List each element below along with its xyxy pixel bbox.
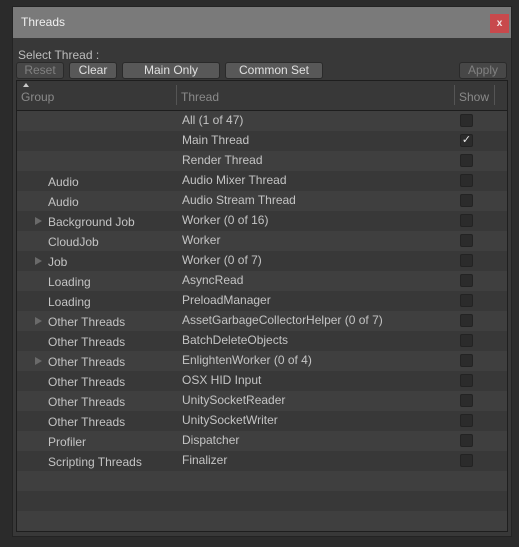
reset-button[interactable]: Reset bbox=[16, 62, 64, 79]
thread-cell: UnitySocketReader bbox=[182, 393, 286, 407]
show-checkbox[interactable] bbox=[460, 374, 473, 387]
group-cell: Other Threads bbox=[48, 395, 126, 409]
empty-row bbox=[17, 511, 507, 531]
table-row[interactable]: Scripting Threads Finalizer bbox=[17, 451, 507, 471]
thread-cell: Render Thread bbox=[182, 153, 263, 167]
title-bar[interactable]: Threads x bbox=[13, 7, 511, 38]
thread-cell: Worker bbox=[182, 233, 221, 247]
expand-arrow-icon[interactable] bbox=[35, 257, 42, 265]
group-cell: Audio bbox=[48, 175, 79, 189]
apply-button[interactable]: Apply bbox=[459, 62, 507, 79]
table-row[interactable]: Main Thread ✓ bbox=[17, 131, 507, 151]
thread-cell: Main Thread bbox=[182, 133, 250, 147]
main-only-button[interactable]: Main Only bbox=[122, 62, 220, 79]
table-row[interactable]: All (1 of 47) bbox=[17, 111, 507, 131]
thread-cell: Worker (0 of 7) bbox=[182, 253, 262, 267]
column-resize-handle[interactable] bbox=[494, 85, 495, 105]
table-body: All (1 of 47) Main Thread ✓ Render Thread Au… bbox=[17, 111, 507, 531]
show-checkbox[interactable]: ✓ bbox=[460, 134, 473, 147]
show-checkbox[interactable] bbox=[460, 394, 473, 407]
show-checkbox[interactable] bbox=[460, 194, 473, 207]
table-row[interactable]: Audio Audio Stream Thread bbox=[17, 191, 507, 211]
checkmark-icon: ✓ bbox=[461, 134, 472, 146]
thread-cell: Audio Stream Thread bbox=[182, 193, 296, 207]
group-cell: Profiler bbox=[48, 435, 87, 449]
thread-cell: All (1 of 47) bbox=[182, 113, 244, 127]
show-checkbox[interactable] bbox=[460, 414, 473, 427]
thread-cell: PreloadManager bbox=[182, 293, 271, 307]
group-cell: Other Threads bbox=[48, 355, 126, 369]
show-checkbox[interactable] bbox=[460, 114, 473, 127]
thread-cell: AsyncRead bbox=[182, 273, 244, 287]
thread-cell: EnlightenWorker (0 of 4) bbox=[182, 353, 312, 367]
empty-row bbox=[17, 491, 507, 511]
group-cell: Background Job bbox=[48, 215, 135, 229]
group-cell: Audio bbox=[48, 195, 79, 209]
show-checkbox[interactable] bbox=[460, 254, 473, 267]
table-row[interactable]: Background Job Worker (0 of 16) bbox=[17, 211, 507, 231]
column-resize-handle[interactable] bbox=[454, 85, 455, 105]
show-checkbox[interactable] bbox=[460, 334, 473, 347]
table-row[interactable]: Other Threads BatchDeleteObjects bbox=[17, 331, 507, 351]
show-checkbox[interactable] bbox=[460, 274, 473, 287]
column-header-show[interactable]: Show bbox=[459, 90, 489, 104]
table-row[interactable]: Other Threads UnitySocketReader bbox=[17, 391, 507, 411]
group-cell: CloudJob bbox=[48, 235, 99, 249]
table-row[interactable]: Job Worker (0 of 7) bbox=[17, 251, 507, 271]
show-checkbox[interactable] bbox=[460, 354, 473, 367]
table-row[interactable]: Other Threads OSX HID Input bbox=[17, 371, 507, 391]
thread-cell: Dispatcher bbox=[182, 433, 240, 447]
expand-arrow-icon[interactable] bbox=[35, 317, 42, 325]
expand-arrow-icon[interactable] bbox=[35, 357, 42, 365]
show-checkbox[interactable] bbox=[460, 154, 473, 167]
thread-cell: AssetGarbageCollectorHelper (0 of 7) bbox=[182, 313, 383, 327]
thread-cell: UnitySocketWriter bbox=[182, 413, 278, 427]
table-row[interactable]: CloudJob Worker bbox=[17, 231, 507, 251]
show-checkbox[interactable] bbox=[460, 454, 473, 467]
show-checkbox[interactable] bbox=[460, 294, 473, 307]
show-checkbox[interactable] bbox=[460, 434, 473, 447]
column-header-group[interactable]: Group bbox=[21, 90, 54, 104]
clear-button[interactable]: Clear bbox=[69, 62, 117, 79]
table-row[interactable]: Audio Audio Mixer Thread bbox=[17, 171, 507, 191]
threads-window: Threads x Select Thread : Reset Clear Ma… bbox=[12, 6, 512, 537]
show-checkbox[interactable] bbox=[460, 314, 473, 327]
table-row[interactable]: Loading PreloadManager bbox=[17, 291, 507, 311]
group-cell: Job bbox=[48, 255, 68, 269]
sort-ascending-icon bbox=[23, 83, 29, 87]
group-cell: Other Threads bbox=[48, 335, 126, 349]
group-cell: Loading bbox=[48, 275, 91, 289]
thread-cell: Worker (0 of 16) bbox=[182, 213, 269, 227]
close-icon: x bbox=[496, 18, 503, 29]
expand-arrow-icon[interactable] bbox=[35, 217, 42, 225]
table-row[interactable]: Other Threads UnitySocketWriter bbox=[17, 411, 507, 431]
select-thread-label: Select Thread : bbox=[18, 48, 100, 62]
empty-row bbox=[17, 471, 507, 491]
thread-cell: Audio Mixer Thread bbox=[182, 173, 287, 187]
column-resize-handle[interactable] bbox=[176, 85, 177, 105]
group-cell: Other Threads bbox=[48, 415, 126, 429]
thread-cell: BatchDeleteObjects bbox=[182, 333, 289, 347]
threads-table: Group Thread Show All (1 of 47) Main Thre… bbox=[16, 80, 508, 532]
table-row[interactable]: Loading AsyncRead bbox=[17, 271, 507, 291]
table-row[interactable]: Other Threads AssetGarbageCollectorHelper… bbox=[17, 311, 507, 331]
group-cell: Scripting Threads bbox=[48, 455, 142, 469]
close-button[interactable]: x bbox=[490, 14, 509, 33]
group-cell: Other Threads bbox=[48, 315, 126, 329]
table-row[interactable]: Profiler Dispatcher bbox=[17, 431, 507, 451]
group-cell: Other Threads bbox=[48, 375, 126, 389]
show-checkbox[interactable] bbox=[460, 234, 473, 247]
thread-cell: OSX HID Input bbox=[182, 373, 262, 387]
table-row[interactable]: Render Thread bbox=[17, 151, 507, 171]
show-checkbox[interactable] bbox=[460, 214, 473, 227]
table-header: Group Thread Show bbox=[17, 81, 507, 111]
group-cell: Loading bbox=[48, 295, 91, 309]
table-row[interactable]: Other Threads EnlightenWorker (0 of 4) bbox=[17, 351, 507, 371]
column-header-thread[interactable]: Thread bbox=[181, 90, 219, 104]
common-set-button[interactable]: Common Set bbox=[225, 62, 323, 79]
thread-cell: Finalizer bbox=[182, 453, 228, 467]
window-title: Threads bbox=[21, 15, 66, 29]
show-checkbox[interactable] bbox=[460, 174, 473, 187]
